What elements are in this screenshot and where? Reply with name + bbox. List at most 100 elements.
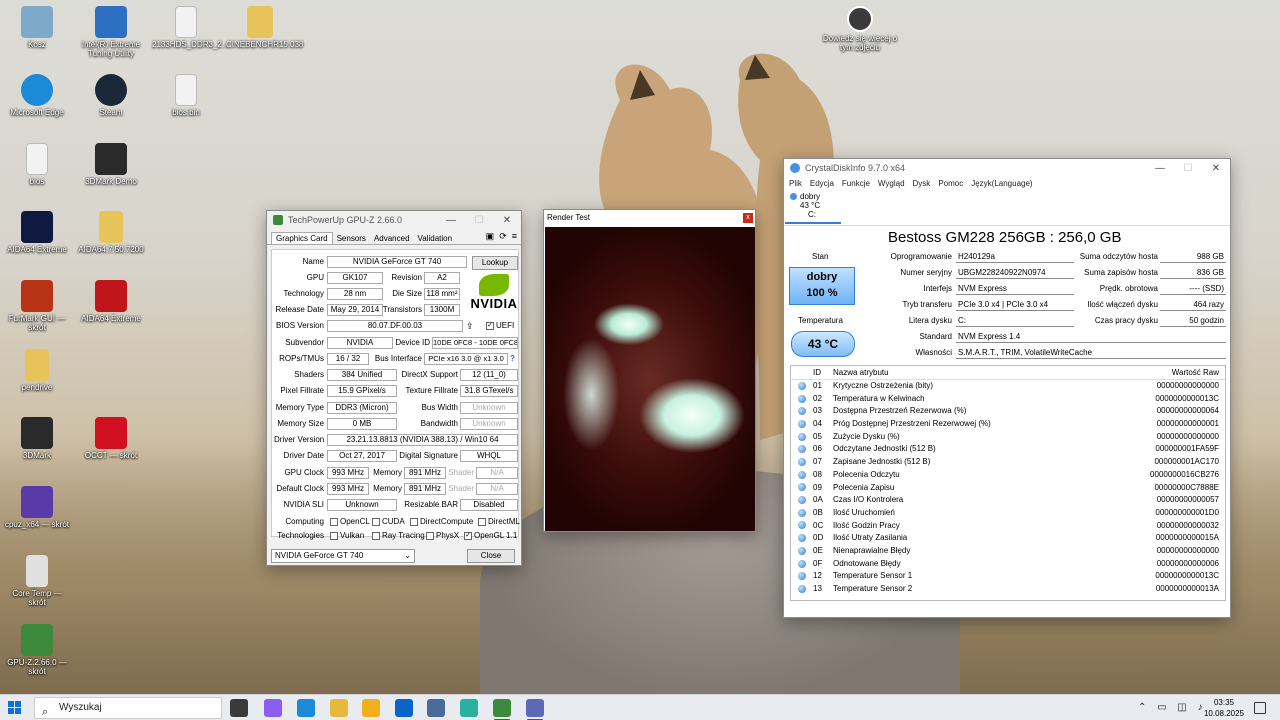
desktop-icon-pendrive[interactable]: pendrive xyxy=(3,349,71,392)
menu-funkcje[interactable]: Funkcje xyxy=(842,177,870,191)
desktop-icon-bios[interactable]: bios xyxy=(3,143,71,186)
desktop-icon-cinebench[interactable]: CINEBENCHR15.038 xyxy=(226,6,303,49)
table-row[interactable]: 06 Odczytane Jednostki (512 B) 000000001FA… xyxy=(791,443,1225,456)
notification-icon[interactable] xyxy=(1254,702,1266,714)
header-raw[interactable]: Wartość Raw xyxy=(1123,366,1225,379)
table-row[interactable]: 13 Temperature Sensor 2 0000000000013A xyxy=(791,583,1225,596)
table-row[interactable]: 02 Temperatura w Kelwinach 0000000000013C xyxy=(791,393,1225,406)
camera-icon[interactable]: ▣ xyxy=(486,231,495,242)
desktop-icon-intel-xtu[interactable]: Intel(R) Extreme Tuning Utility xyxy=(77,6,145,58)
header-id[interactable]: ID xyxy=(813,366,833,379)
table-row[interactable]: 04 Próg Dostępnej Przestrzeni Rezerwowej … xyxy=(791,418,1225,431)
maximize-icon[interactable]: ☐ xyxy=(465,215,493,226)
table-row[interactable]: 0F Odnotowane Błędy 00000000000006 xyxy=(791,558,1225,571)
gpuz-titlebar[interactable]: TechPowerUp GPU-Z 2.66.0 — ☐ ✕ xyxy=(267,211,521,229)
table-row[interactable]: 07 Zapisane Jednostki (512 B) 000000001AC1… xyxy=(791,456,1225,469)
smart-attributes-table[interactable]: ID Nazwa atrybutu Wartość Raw 01 Krytyczn… xyxy=(790,365,1226,601)
checkbox-physx[interactable]: PhysX xyxy=(426,530,459,542)
edge-icon[interactable] xyxy=(297,699,315,717)
table-row[interactable]: 08 Polecenia Odczytu 0000000016CB276 xyxy=(791,469,1225,482)
render-test-titlebar[interactable]: Render Test x xyxy=(544,210,755,226)
furmark-icon[interactable] xyxy=(526,699,544,717)
checkbox-cuda[interactable]: CUDA xyxy=(372,516,405,528)
close-button[interactable]: Close xyxy=(467,549,515,563)
tab-advanced[interactable]: Advanced xyxy=(370,233,414,244)
maximize-icon[interactable]: ☐ xyxy=(1174,163,1202,174)
table-row[interactable]: 03 Dostępna Przestrzeń Rezerwowa (%) 00000… xyxy=(791,405,1225,418)
table-row[interactable]: 0D Ilość Utraty Zasilania 0000000000015A xyxy=(791,532,1225,545)
file-explorer-icon[interactable] xyxy=(330,699,348,717)
drive-tab-c[interactable]: dobry 43 °C C: xyxy=(785,192,841,224)
desktop-icon-gpuz[interactable]: GPU-Z.2.66.0 — skrót xyxy=(3,624,71,676)
refresh-icon[interactable]: ⟳ xyxy=(499,231,507,242)
header-name[interactable]: Nazwa atrybutu xyxy=(833,366,1123,379)
copilot-icon[interactable] xyxy=(264,699,282,717)
checkbox-opengl[interactable]: ✓ OpenGL 1.1 xyxy=(464,530,517,542)
status-dot-icon xyxy=(791,456,813,469)
taskbar-search-box[interactable]: ⌕ Wyszukaj xyxy=(34,697,222,719)
desktop-icon-aida64-zip[interactable]: AIDA64.7.50.7200 xyxy=(77,211,145,254)
desktop-icon-edge[interactable]: Microsoft Edge xyxy=(3,74,71,117)
desktop-icon-3dmark-demo[interactable]: 3DMark Demo xyxy=(77,143,145,186)
minimize-icon[interactable]: — xyxy=(437,215,465,226)
windows-start-icon[interactable] xyxy=(8,701,22,715)
render-test-window[interactable]: Render Test x xyxy=(543,209,756,532)
menu-edycja[interactable]: Edycja xyxy=(810,177,834,191)
close-icon[interactable]: ✕ xyxy=(493,215,521,226)
desktop-icon-aida64-64[interactable]: AIDA64 Extreme xyxy=(77,280,145,323)
desktop-icon-spotlight[interactable]: Dowiedz się więcej o tym zdjęciu xyxy=(822,6,898,52)
task-view-icon[interactable] xyxy=(230,699,248,717)
menu-pomoc[interactable]: Pomoc xyxy=(938,177,963,191)
desktop-icon-occt[interactable]: OCCT — skrót xyxy=(77,417,145,460)
menu-icon[interactable]: ≡ xyxy=(512,231,517,242)
desktop-icon-cpuz[interactable]: cpuz_x64 — skrót xyxy=(3,486,71,529)
checkbox-opencl[interactable]: OpenCL xyxy=(330,516,370,528)
store-icon[interactable] xyxy=(362,699,380,717)
tab-graphics-card[interactable]: Graphics Card xyxy=(271,232,333,244)
checkbox-directcompute[interactable]: DirectCompute xyxy=(410,516,473,528)
system-tray[interactable]: ⌃ ▭ ◫ ♪ xyxy=(1138,702,1207,713)
desktop-icon-core-temp[interactable]: Core Temp — skrót xyxy=(3,555,71,607)
cdi-titlebar[interactable]: CrystalDiskInfo 9.7.0 x64 — ☐ ✕ xyxy=(784,159,1230,177)
desktop-icon-bios-bin[interactable]: bios.bin xyxy=(152,74,220,117)
table-row[interactable]: 0A Czas I/O Kontrolera 00000000000057 xyxy=(791,494,1225,507)
table-row[interactable]: 0E Nienaprawialne Błędy 00000000000000 xyxy=(791,545,1225,558)
gpuz-icon[interactable] xyxy=(493,699,511,717)
tab-validation[interactable]: Validation xyxy=(414,233,457,244)
tab-sensors[interactable]: Sensors xyxy=(333,233,370,244)
checkbox-directml[interactable]: DirectML xyxy=(478,516,520,528)
desktop-icon-ddr3-file[interactable]: 2133HDS_DDR3_2... xyxy=(152,6,228,49)
close-icon[interactable]: ✕ xyxy=(1202,163,1230,174)
minimize-icon[interactable]: — xyxy=(1146,163,1174,174)
checkbox-vulkan[interactable]: Vulkan xyxy=(330,530,364,542)
desktop-icon-recycle-bin[interactable]: Kosz xyxy=(3,6,71,49)
desktop-icon-steam[interactable]: Steam xyxy=(77,74,145,117)
desktop-icon-aida64-extreme[interactable]: AIDA64 Extreme xyxy=(3,211,71,254)
uefi-checkbox[interactable]: ✓ UEFI xyxy=(486,320,520,332)
table-row[interactable]: 0B Ilość Uruchomień 000000000001D0 xyxy=(791,507,1225,520)
taskbar-clock[interactable]: 03:35 10.08.2025 xyxy=(1200,697,1248,719)
menu-dysk[interactable]: Dysk xyxy=(913,177,931,191)
table-row[interactable]: 01 Krytyczne Ostrzeżenia (bity) 0000000000… xyxy=(791,380,1225,393)
outlook-icon[interactable] xyxy=(395,699,413,717)
table-row[interactable]: 09 Polecenia Zapisu 00000000C7888E xyxy=(791,482,1225,495)
close-icon[interactable]: x xyxy=(743,213,753,223)
crystaldiskinfo-window[interactable]: CrystalDiskInfo 9.7.0 x64 — ☐ ✕ Plik Edy… xyxy=(783,158,1231,618)
checkbox-ray-tracing[interactable]: Ray Tracing xyxy=(372,530,425,542)
desktop-icon-furmark[interactable]: FurMark GUI — skrót xyxy=(3,280,71,332)
help-icon[interactable]: ? xyxy=(510,353,518,365)
gpuz-window[interactable]: TechPowerUp GPU-Z 2.66.0 — ☐ ✕ Graphics … xyxy=(266,210,522,566)
table-row[interactable]: 05 Zużycie Dysku (%) 00000000000000 xyxy=(791,431,1225,444)
app-window-icon[interactable] xyxy=(427,699,445,717)
menu-plik[interactable]: Plik xyxy=(789,177,802,191)
table-row[interactable]: 12 Temperature Sensor 1 0000000000013C xyxy=(791,570,1225,583)
menu-jezyk[interactable]: Język(Language) xyxy=(971,177,1032,191)
lookup-button[interactable]: Lookup xyxy=(472,256,518,270)
desktop-icon-3dmark[interactable]: 3DMark xyxy=(3,417,71,460)
card-select[interactable]: NVIDIA GeForce GT 740 ⌄ xyxy=(271,549,415,563)
menu-wyglad[interactable]: Wygląd xyxy=(878,177,905,191)
location-icon[interactable] xyxy=(460,699,478,717)
smart-raw: 00000000000000 xyxy=(1156,431,1219,441)
table-row[interactable]: 0C Ilość Godzin Pracy 00000000000032 xyxy=(791,520,1225,533)
share-icon[interactable]: ⇪ xyxy=(466,320,480,332)
